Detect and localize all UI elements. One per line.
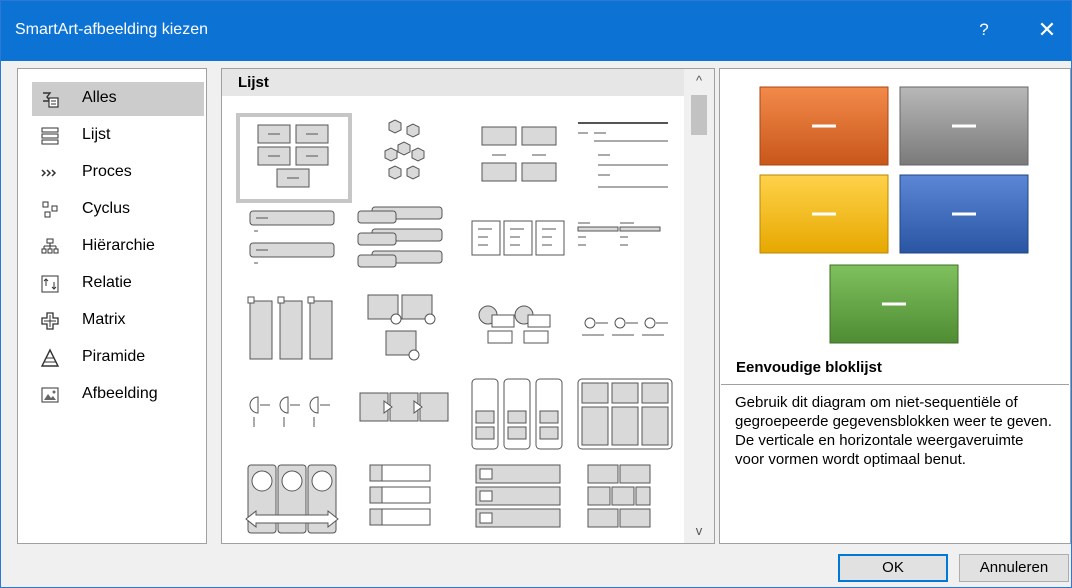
- dialog-title: SmartArt-afbeelding kiezen: [15, 21, 208, 38]
- close-button[interactable]: ✕: [1030, 14, 1064, 46]
- layout-horizontal-bullet-list[interactable]: [466, 203, 574, 285]
- all-icon: [43, 92, 59, 108]
- scroll-down-button[interactable]: v: [684, 519, 714, 543]
- ok-button[interactable]: OK: [838, 554, 948, 582]
- layout-circle-arrow-list[interactable]: [240, 461, 348, 543]
- category-relatie[interactable]: Relatie: [32, 267, 204, 301]
- layout-hexagon-cluster[interactable]: [352, 117, 460, 199]
- layout-arrow-block-list[interactable]: [352, 375, 460, 457]
- list-icon: [41, 127, 59, 145]
- preview-diagram: [720, 69, 1070, 359]
- process-icon: [41, 169, 57, 177]
- category-label: Lijst: [82, 126, 111, 143]
- layout-half-circle-list[interactable]: [240, 375, 348, 457]
- category-afbeelding[interactable]: Afbeelding: [32, 378, 204, 412]
- category-lijst[interactable]: Lijst: [32, 119, 204, 153]
- category-label: Proces: [82, 163, 132, 180]
- layout-circle-accent-list[interactable]: [466, 289, 574, 371]
- title-bar: SmartArt-afbeelding kiezen ? ✕: [1, 1, 1071, 61]
- category-label: Relatie: [82, 274, 132, 291]
- layout-grouped-list[interactable]: [466, 117, 574, 199]
- smartart-dialog: SmartArt-afbeelding kiezen ? ✕ Alles Lij…: [0, 0, 1072, 588]
- layout-grouped-block-list[interactable]: [574, 375, 682, 457]
- category-label: Hiërarchie: [82, 237, 155, 254]
- preview-panel: Eenvoudige bloklijst Gebruik dit diagram…: [719, 68, 1071, 544]
- help-button[interactable]: ?: [967, 14, 1001, 46]
- layout-circle-line-list[interactable]: [574, 289, 682, 371]
- layout-labeled-list[interactable]: [352, 461, 460, 543]
- gallery-scrollbar[interactable]: ^ v: [684, 69, 714, 543]
- category-label: Piramide: [82, 348, 146, 365]
- category-proces[interactable]: Proces: [32, 156, 204, 190]
- category-cyclus[interactable]: Cyclus: [32, 193, 204, 227]
- gallery-section-header: Lijst: [222, 69, 684, 96]
- category-matrix[interactable]: Matrix: [32, 304, 204, 338]
- layout-tab-list[interactable]: [240, 289, 348, 371]
- layout-picture-list[interactable]: [466, 461, 574, 543]
- category-piramide[interactable]: Piramide: [32, 341, 204, 375]
- pyramid-icon: [40, 348, 60, 367]
- preview-description: Gebruik dit diagram om niet-sequentiële …: [721, 384, 1069, 543]
- cycle-icon: [42, 201, 58, 218]
- scroll-up-button[interactable]: ^: [684, 69, 714, 93]
- category-label: Afbeelding: [82, 385, 158, 402]
- layout-gallery: Lijst ^ v: [221, 68, 715, 544]
- category-label: Cyclus: [82, 200, 131, 217]
- category-alles[interactable]: Alles: [32, 82, 204, 116]
- layout-vertical-bullet-list[interactable]: [240, 203, 348, 285]
- layout-picture-caption-list[interactable]: [352, 289, 460, 371]
- category-hierarchie[interactable]: Hiërarchie: [32, 230, 204, 264]
- scroll-thumb[interactable]: [691, 95, 707, 135]
- relationship-icon: [41, 275, 59, 293]
- layout-brick-list[interactable]: [574, 461, 682, 543]
- cancel-button[interactable]: Annuleren: [959, 554, 1069, 582]
- layout-square-accent-list[interactable]: [574, 203, 682, 285]
- preview-title: Eenvoudige bloklijst: [736, 359, 882, 376]
- hierarchy-icon: [41, 238, 59, 254]
- matrix-icon: [41, 312, 59, 330]
- section-label: Lijst: [238, 74, 269, 91]
- picture-icon: [41, 387, 59, 403]
- layout-line-list[interactable]: [574, 117, 682, 199]
- category-label: Alles: [82, 89, 117, 106]
- category-label: Matrix: [82, 311, 126, 328]
- layout-vertical-box-list[interactable]: [352, 203, 460, 285]
- layout-vertical-tab-list[interactable]: [466, 375, 574, 457]
- layout-basic-block-list[interactable]: [236, 113, 352, 203]
- category-list: Alles Lijst Proces Cyclus Hiërarchie Rel…: [17, 68, 207, 544]
